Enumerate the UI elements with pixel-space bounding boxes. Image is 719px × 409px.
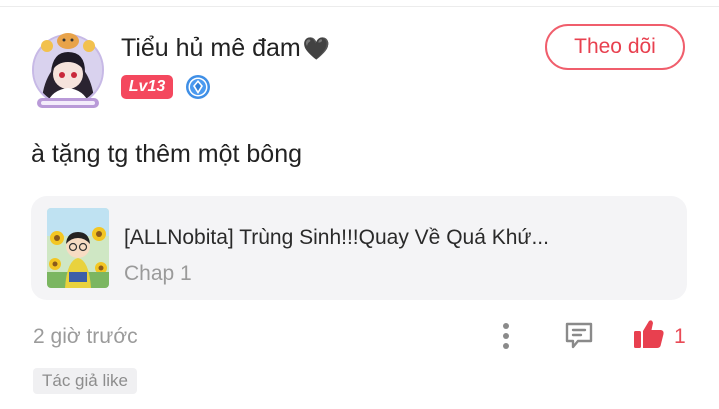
more-vertical-icon[interactable]: [496, 320, 516, 352]
username-text: Tiểu hủ mê đam: [121, 34, 301, 62]
comment-time: 2 giờ trước: [33, 325, 138, 348]
story-cover-image: [47, 208, 109, 288]
like-count: 1: [674, 325, 686, 348]
username[interactable]: Tiểu hủ mê đam🖤: [121, 34, 330, 63]
follow-button[interactable]: Theo dõi: [545, 24, 685, 70]
reply-icon[interactable]: [563, 319, 595, 351]
comment-text: à tặng tg thêm một bông: [31, 140, 303, 168]
user-avatar[interactable]: [27, 28, 109, 110]
heart-emoji-icon: 🖤: [302, 36, 331, 61]
author-liked-tag: Tác giả like: [33, 368, 137, 394]
story-title: [ALLNobita] Trùng Sinh!!!Quay Về Quá Khứ…: [124, 226, 549, 249]
top-divider: [0, 6, 719, 7]
diamond-badge-icon: [185, 74, 211, 100]
level-badge: Lv13: [121, 75, 173, 99]
story-card[interactable]: [ALLNobita] Trùng Sinh!!!Quay Về Quá Khứ…: [31, 196, 687, 300]
story-chapter: Chap 1: [124, 262, 192, 285]
thumbs-up-icon[interactable]: [632, 317, 666, 351]
